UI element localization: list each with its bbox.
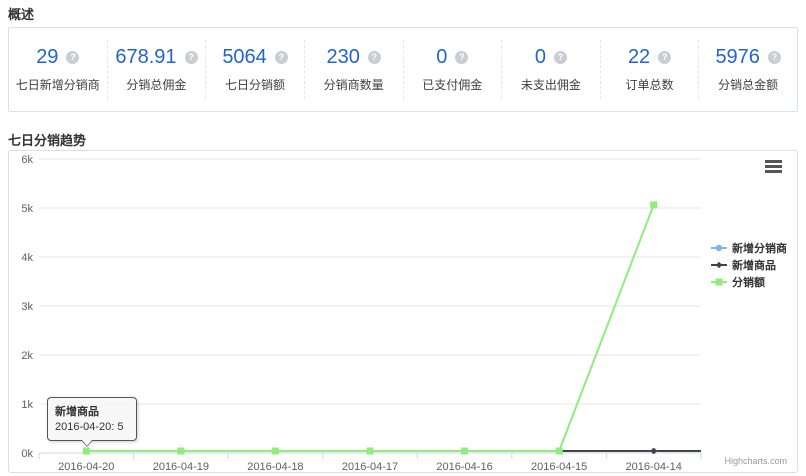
stat-label: 订单总数	[626, 76, 674, 93]
tooltip-series-name: 新增商品	[55, 403, 129, 419]
stat-value: 5064	[222, 46, 267, 69]
legend-marker-icon	[711, 259, 727, 271]
tooltip-arrow	[81, 440, 93, 447]
help-icon[interactable]: ?	[554, 51, 567, 64]
chart-tooltip: 新增商品 2016-04-20: 5	[47, 397, 137, 441]
legend-marker-icon	[711, 276, 727, 288]
stat-cell: 29? 七日新增分销商	[9, 40, 107, 99]
stat-value: 230	[327, 46, 360, 69]
help-icon[interactable]: ?	[275, 51, 288, 64]
x-axis-label: 2016-04-20	[58, 461, 114, 472]
stat-value: 0	[535, 46, 546, 69]
help-icon[interactable]: ?	[768, 51, 781, 64]
stat-label: 分销商数量	[324, 76, 384, 93]
overview-stats-card: 29? 七日新增分销商 678.91? 分销总佣金 5064? 七日分销额 23…	[8, 27, 798, 112]
x-axis-label: 2016-04-15	[531, 461, 587, 472]
data-point	[177, 448, 184, 455]
x-axis-label: 2016-04-14	[626, 461, 682, 472]
page-title: 概述	[8, 4, 34, 23]
highcharts-credit-link[interactable]: Highcharts.com	[724, 456, 787, 466]
y-axis-label: 3k	[21, 301, 33, 313]
data-point	[556, 448, 563, 455]
stat-cell: 22? 订单总数	[600, 40, 699, 99]
data-point	[461, 448, 468, 455]
help-icon[interactable]: ?	[658, 51, 671, 64]
stat-label: 已支付佣金	[422, 76, 482, 93]
stat-label: 分销总佣金	[126, 76, 186, 93]
trend-chart-panel: 0k 1k 2k 3k 4k 5k 6k 2016-04-20 2016-04-19 2016-0…	[8, 150, 798, 473]
stat-cell: 0? 未支出佣金	[501, 40, 600, 99]
stat-value: 678.91	[115, 46, 176, 69]
y-axis-label: 0k	[21, 448, 33, 460]
data-point	[650, 201, 657, 208]
stat-value: 22	[628, 46, 650, 69]
chart-legend: 新增分销商新增商品分销额	[711, 239, 787, 290]
stat-label: 未支出佣金	[521, 76, 581, 93]
series-line-2	[86, 205, 653, 451]
x-axis-label: 2016-04-18	[247, 461, 303, 472]
data-point	[83, 448, 90, 455]
legend-item-0[interactable]: 新增分销商	[711, 239, 787, 256]
stat-label: 分销总金额	[718, 76, 778, 93]
data-point	[272, 448, 279, 455]
stat-value: 5976	[715, 46, 760, 69]
help-icon[interactable]: ?	[455, 51, 468, 64]
legend-marker-icon	[711, 242, 727, 254]
legend-item-2[interactable]: 分销额	[711, 273, 787, 290]
stat-value: 29	[36, 46, 58, 69]
y-axis-label: 6k	[21, 154, 33, 166]
stat-cell: 5976? 分销总金额	[698, 40, 797, 99]
stat-cell: 0? 已支付佣金	[403, 40, 502, 99]
help-icon[interactable]: ?	[66, 51, 79, 64]
stat-value: 0	[436, 46, 447, 69]
y-axis-label: 4k	[21, 252, 33, 264]
y-axis-label: 1k	[21, 399, 33, 411]
hamburger-icon	[765, 160, 782, 163]
chart-section-title: 七日分销趋势	[8, 130, 86, 149]
stat-cell: 678.91? 分销总佣金	[107, 40, 206, 99]
x-axis-label: 2016-04-16	[436, 461, 492, 472]
stat-cell: 5064? 七日分销额	[205, 40, 304, 99]
data-point	[367, 448, 374, 455]
y-axis-label: 2k	[21, 350, 33, 362]
x-axis-label: 2016-04-17	[342, 461, 398, 472]
stat-label: 七日新增分销商	[16, 76, 100, 93]
tooltip-value: 2016-04-20: 5	[55, 421, 129, 433]
stat-cell: 230? 分销商数量	[304, 40, 403, 99]
help-icon[interactable]: ?	[185, 51, 198, 64]
help-icon[interactable]: ?	[368, 51, 381, 64]
chart-export-menu-button[interactable]	[765, 160, 782, 174]
legend-item-1[interactable]: 新增商品	[711, 256, 787, 273]
y-axis-label: 5k	[21, 203, 33, 215]
x-axis-label: 2016-04-19	[153, 461, 209, 472]
stat-label: 七日分销额	[225, 76, 285, 93]
